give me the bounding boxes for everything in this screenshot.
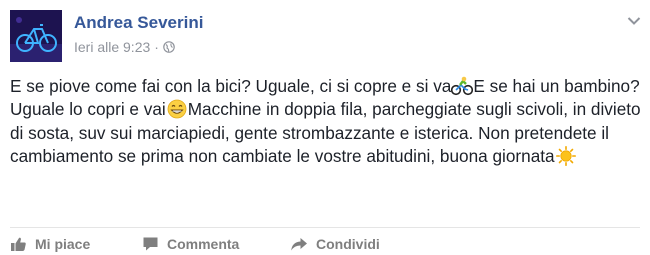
author-name[interactable]: Andrea Severini (74, 13, 203, 33)
comment-icon (143, 237, 158, 251)
grinning-face-emoji (167, 100, 187, 119)
meta-separator: · (154, 39, 159, 55)
timestamp[interactable]: Ieri alle 9:23 (74, 39, 150, 55)
divider (10, 227, 640, 228)
comment-button[interactable]: Commenta (142, 233, 239, 255)
like-button[interactable]: Mi piace (10, 233, 90, 255)
share-button[interactable]: Condividi (290, 233, 380, 255)
post-meta: Ieri alle 9:23 · (74, 39, 175, 55)
post-message: E se piove come fai con la bici? Uguale,… (10, 75, 642, 169)
like-label: Mi piace (35, 236, 91, 252)
message-part-1: E se piove come fai con la bici? Uguale,… (10, 76, 452, 96)
globe-icon[interactable] (163, 41, 175, 53)
avatar[interactable] (10, 10, 62, 62)
thumbs-up-icon (11, 237, 26, 251)
sun-emoji (555, 146, 576, 167)
action-bar: Mi piace Commenta Condividi (0, 233, 650, 255)
chevron-down-icon[interactable] (627, 16, 641, 26)
cyclist-emoji (451, 76, 474, 96)
share-arrow-icon (291, 238, 307, 251)
facebook-post: Andrea Severini Ieri alle 9:23 · E se pi… (0, 0, 650, 254)
bicycle-icon (10, 10, 62, 62)
comment-label: Commenta (167, 236, 240, 252)
share-label: Condividi (316, 236, 380, 252)
